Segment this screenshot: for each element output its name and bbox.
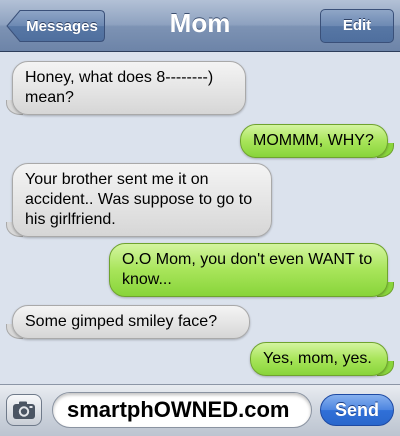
message-text-field[interactable]: smartphOWNED.com bbox=[52, 392, 312, 428]
message-bubble-incoming: Honey, what does 8--------) mean? bbox=[6, 61, 246, 115]
message-thread: Honey, what does 8--------) mean? MOMMM,… bbox=[0, 53, 400, 384]
message-bubble-outgoing: MOMMM, WHY? bbox=[240, 124, 394, 158]
message-input-bar: smartphOWNED.com Send bbox=[0, 384, 400, 436]
message-bubble-outgoing: Yes, mom, yes. bbox=[250, 342, 394, 376]
message-bubble-outgoing: O.O Mom, you don't even WANT to know... bbox=[109, 243, 394, 297]
edit-button[interactable]: Edit bbox=[320, 9, 394, 43]
send-button[interactable]: Send bbox=[320, 394, 394, 426]
camera-icon bbox=[13, 401, 35, 419]
message-bubble-incoming: Your brother sent me it on accident.. Wa… bbox=[6, 163, 272, 237]
message-bubble-incoming: Some gimped smiley face? bbox=[6, 305, 250, 339]
camera-button[interactable] bbox=[6, 394, 42, 426]
navigation-bar: Messages Mom Edit bbox=[0, 0, 400, 52]
